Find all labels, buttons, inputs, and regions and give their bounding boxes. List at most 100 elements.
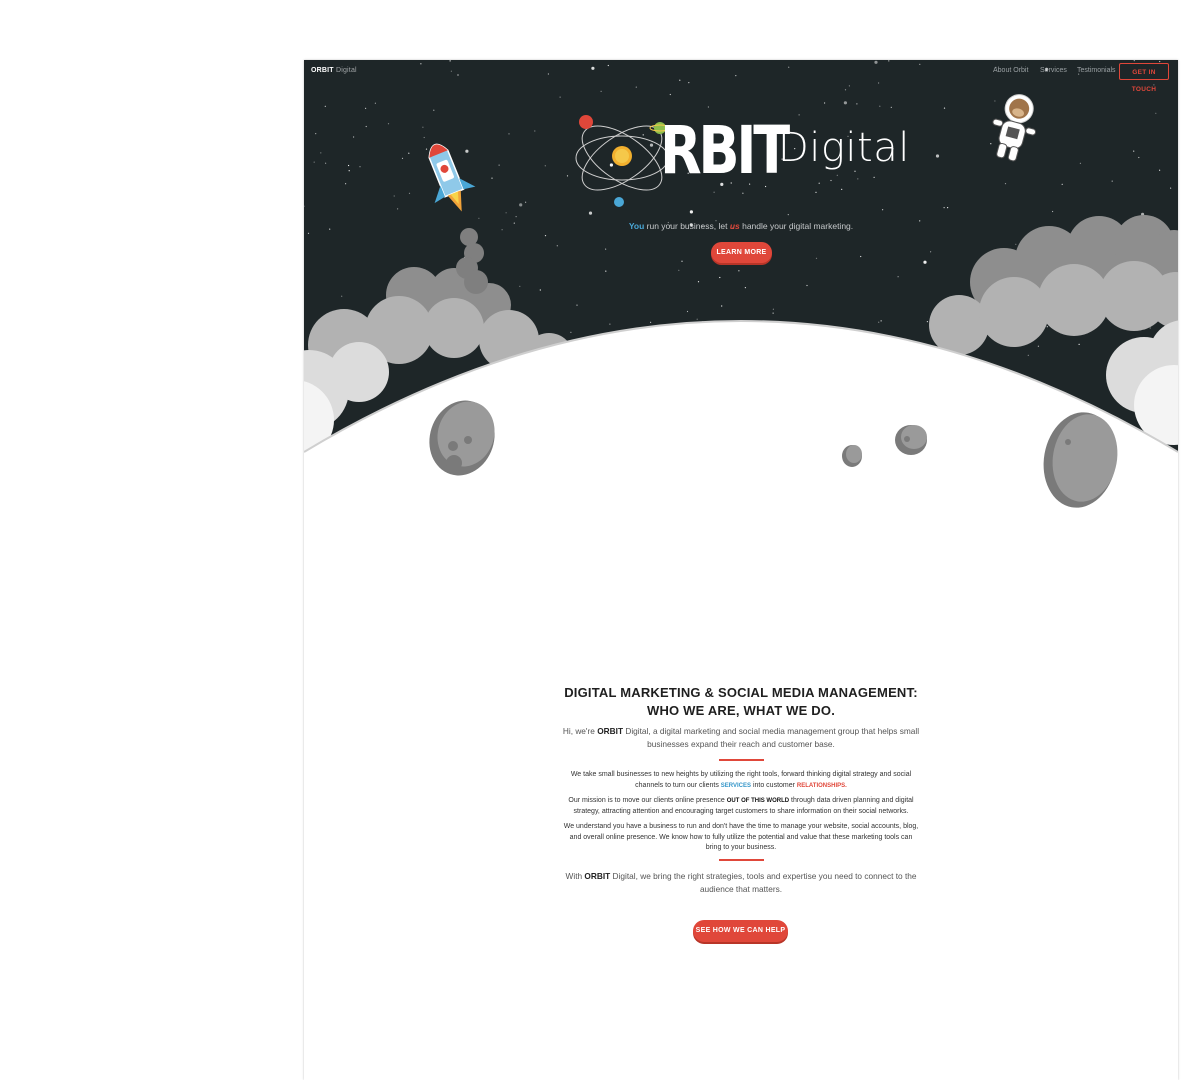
star — [830, 179, 832, 182]
star — [544, 235, 547, 237]
star — [721, 305, 723, 307]
lead-post: Digital, a digital marketing and social … — [623, 726, 920, 749]
star — [1138, 156, 1140, 159]
star — [669, 93, 671, 96]
star — [353, 136, 355, 138]
star — [1149, 327, 1151, 329]
star — [994, 100, 996, 102]
keyword-relationships: RELATIONSHIPS. — [796, 782, 847, 789]
nav-link-services[interactable]: Services — [1040, 67, 1067, 74]
star — [315, 133, 317, 135]
star — [873, 176, 875, 178]
star — [926, 321, 929, 323]
star — [678, 269, 680, 271]
tagline-us: us — [729, 221, 740, 231]
learn-more-button[interactable]: LEARN MORE — [711, 242, 772, 263]
star — [307, 232, 310, 234]
star — [393, 195, 395, 197]
nav-brand-light: Digital — [335, 67, 357, 74]
star — [923, 260, 927, 264]
star — [686, 310, 689, 313]
star — [465, 149, 469, 153]
about-heading-line2: WHO WE ARE, WHAT WE DO. — [646, 703, 836, 718]
star — [423, 136, 425, 139]
about-paragraph-2: Our mission is to move our clients onlin… — [562, 796, 920, 817]
star — [818, 182, 820, 184]
star — [772, 312, 774, 314]
star — [605, 270, 607, 272]
star — [935, 154, 940, 158]
nav-link-about[interactable]: About Orbit — [993, 67, 1028, 74]
star — [1037, 345, 1039, 347]
star — [836, 174, 838, 176]
p2-pre: Our mission is to move our clients onlin… — [568, 797, 727, 804]
star — [1159, 169, 1161, 171]
logo-wordmark: RBIT — [660, 112, 790, 189]
tagline-mid: run your business, let — [644, 221, 730, 231]
keyword-services: SERVICES — [720, 782, 751, 789]
star — [649, 143, 654, 147]
star — [508, 133, 510, 135]
star — [365, 125, 367, 128]
star — [519, 285, 521, 287]
star — [882, 209, 884, 211]
about-paragraph-3: We understand you have a business to run… — [563, 823, 919, 851]
star — [1079, 162, 1081, 164]
star — [566, 175, 569, 177]
closing-pre: With — [565, 870, 585, 881]
about-section: DIGITAL MARKETING & SOCIAL MEDIA MANAGEM… — [562, 684, 920, 896]
star — [570, 331, 572, 333]
star — [408, 152, 410, 154]
star — [990, 143, 992, 145]
nav-link-testimonials[interactable]: Testimonials — [1077, 67, 1116, 74]
star — [681, 260, 683, 262]
star — [857, 178, 859, 180]
star — [772, 308, 774, 310]
star — [1052, 210, 1054, 213]
star — [719, 276, 721, 279]
star — [856, 103, 858, 105]
logo-subtitle: Digital — [778, 125, 910, 171]
star — [930, 251, 932, 253]
star — [588, 211, 593, 215]
star — [313, 161, 315, 163]
about-lead: Hi, we're ORBIT Digital, a digital marke… — [562, 725, 920, 751]
star — [325, 162, 327, 164]
star — [556, 245, 558, 247]
star — [397, 208, 399, 210]
star — [341, 295, 343, 297]
star — [642, 134, 644, 136]
star — [707, 106, 709, 108]
star — [1133, 150, 1135, 152]
see-how-we-can-help-button[interactable]: SEE HOW WE CAN HELP — [693, 920, 788, 942]
star — [539, 289, 541, 291]
star — [689, 210, 693, 214]
star — [605, 248, 607, 250]
star — [1004, 183, 1007, 185]
star — [697, 281, 700, 283]
star — [713, 191, 715, 193]
about-paragraph-1: We take small businesses to new heights … — [562, 770, 920, 791]
nav-brand-bold: ORBIT — [311, 67, 334, 74]
star — [609, 323, 611, 325]
star — [635, 86, 637, 88]
star — [348, 170, 350, 172]
star — [609, 163, 613, 167]
star — [576, 304, 578, 306]
about-heading-line1: DIGITAL MARKETING & SOCIAL MEDIA MANAGEM… — [564, 685, 918, 700]
star — [519, 203, 523, 207]
tagline-you: You — [628, 221, 645, 231]
star — [1027, 354, 1029, 356]
star — [738, 270, 740, 272]
star — [491, 177, 493, 179]
star — [365, 107, 367, 109]
tagline-end: handle your digital marketing. — [739, 221, 854, 231]
get-in-touch-button[interactable]: GET IN TOUCH — [1119, 63, 1169, 93]
star — [815, 191, 817, 193]
star — [806, 284, 808, 287]
star — [433, 109, 435, 111]
star — [425, 148, 428, 150]
nav-brand[interactable]: ORBIT Digital — [311, 67, 357, 74]
star — [422, 126, 424, 128]
p1-mid: into customer — [751, 781, 797, 789]
